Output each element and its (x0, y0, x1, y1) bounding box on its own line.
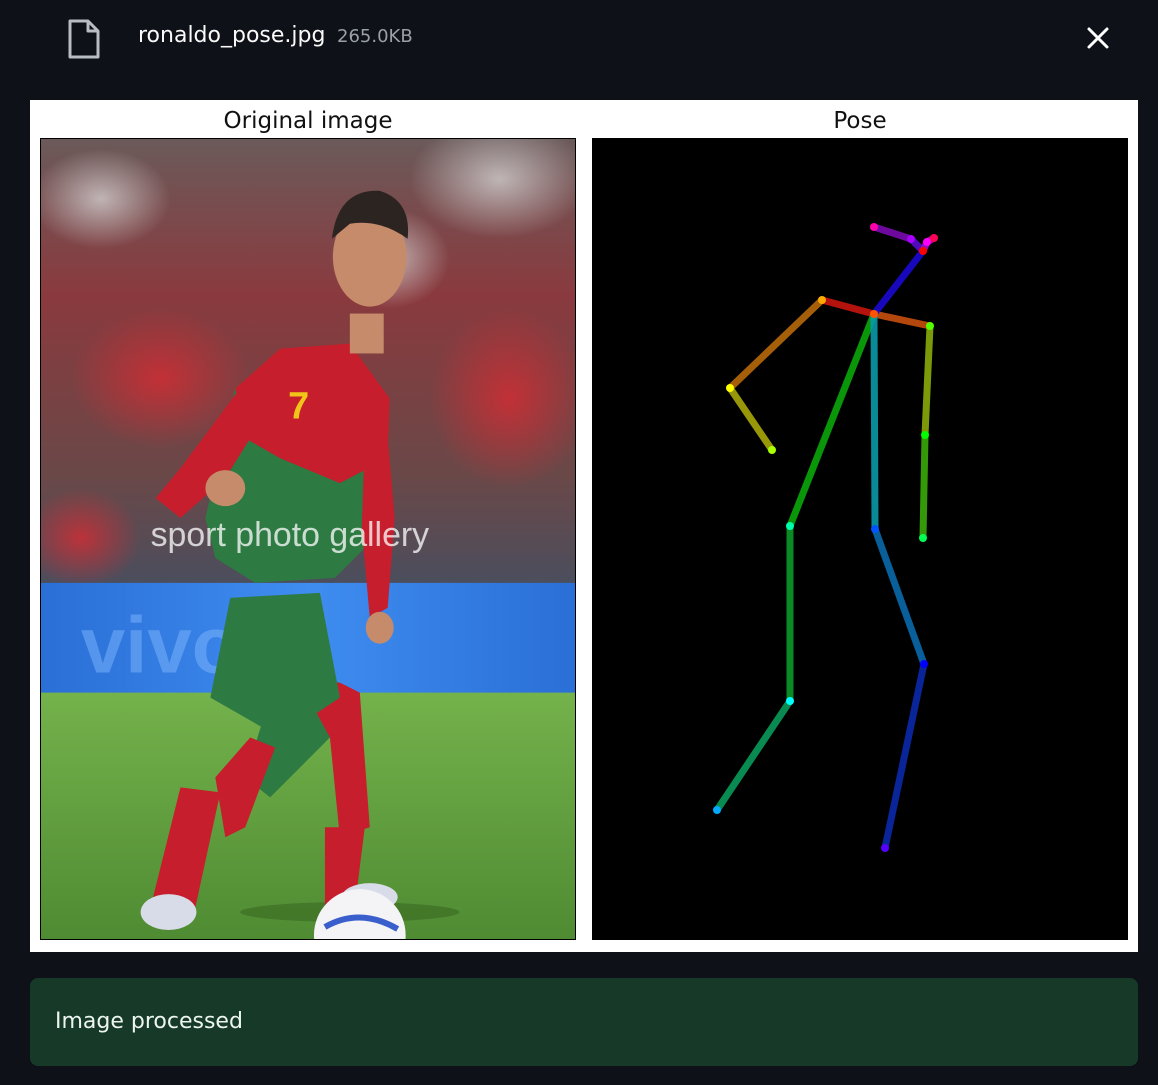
file-name: ronaldo_pose.jpg (138, 23, 326, 48)
photo-watermark: sport photo gallery (151, 516, 430, 554)
file-size: 265.0KB (337, 26, 413, 47)
pose-bone-rsho-relb (726, 296, 826, 392)
original-photo: vivo 7 sport photo gallery (40, 138, 576, 940)
pose-joint-rhip (786, 522, 794, 530)
pose-title: Pose (833, 108, 887, 134)
pose-bone-rknee-rank (713, 697, 794, 814)
pose-joint-lank (881, 844, 889, 852)
result-figure: Original image Pose vivo 7 sport photo g… (30, 100, 1138, 952)
pose-joint-lear (930, 234, 938, 242)
pose-joint-lelb (921, 431, 929, 439)
pose-bone-lknee-lank (881, 660, 928, 852)
pose-joint-nose (919, 247, 927, 255)
pose-bone-neck-rhip (786, 310, 878, 530)
pose-joint-lwri (919, 534, 927, 542)
success-alert: Image processed (30, 978, 1138, 1066)
pose-joint-leye (923, 238, 931, 246)
pose-joint-relb (726, 384, 734, 392)
pose-joint-lhip (871, 525, 879, 533)
pose-bone-lelb-lwri (919, 431, 929, 542)
pose-joint-rsho (818, 296, 826, 304)
pose-skeleton (592, 138, 1128, 940)
pose-bone-neck-lsho (870, 310, 934, 330)
pose-bone-neck-nose (870, 247, 927, 318)
pose-bone-neck-rsho (818, 296, 878, 318)
pose-joint-neck (870, 310, 878, 318)
pose-bone-lsho-lelb (921, 322, 934, 439)
status-message: Image processed (55, 1009, 243, 1034)
pose-joint-rank (713, 806, 721, 814)
svg-text:7: 7 (288, 385, 309, 427)
pose-joint-rwri (768, 446, 776, 454)
pose-bone-relb-rwri (726, 384, 776, 454)
pose-joint-rear (870, 223, 878, 231)
uploaded-file-row: ronaldo_pose.jpg 265.0KB (0, 0, 1158, 78)
pose-bone-lhip-lknee (871, 525, 928, 668)
pose-bone-reye-rear (870, 223, 915, 243)
pose-bone-neck-lhip (870, 310, 879, 533)
pose-joint-rknee (786, 697, 794, 705)
close-icon[interactable] (1078, 18, 1118, 58)
file-icon (68, 19, 100, 59)
pose-joint-lsho (926, 322, 934, 330)
pose-joint-lknee (920, 660, 928, 668)
original-image-title: Original image (223, 108, 393, 134)
pose-joint-reye (907, 235, 915, 243)
